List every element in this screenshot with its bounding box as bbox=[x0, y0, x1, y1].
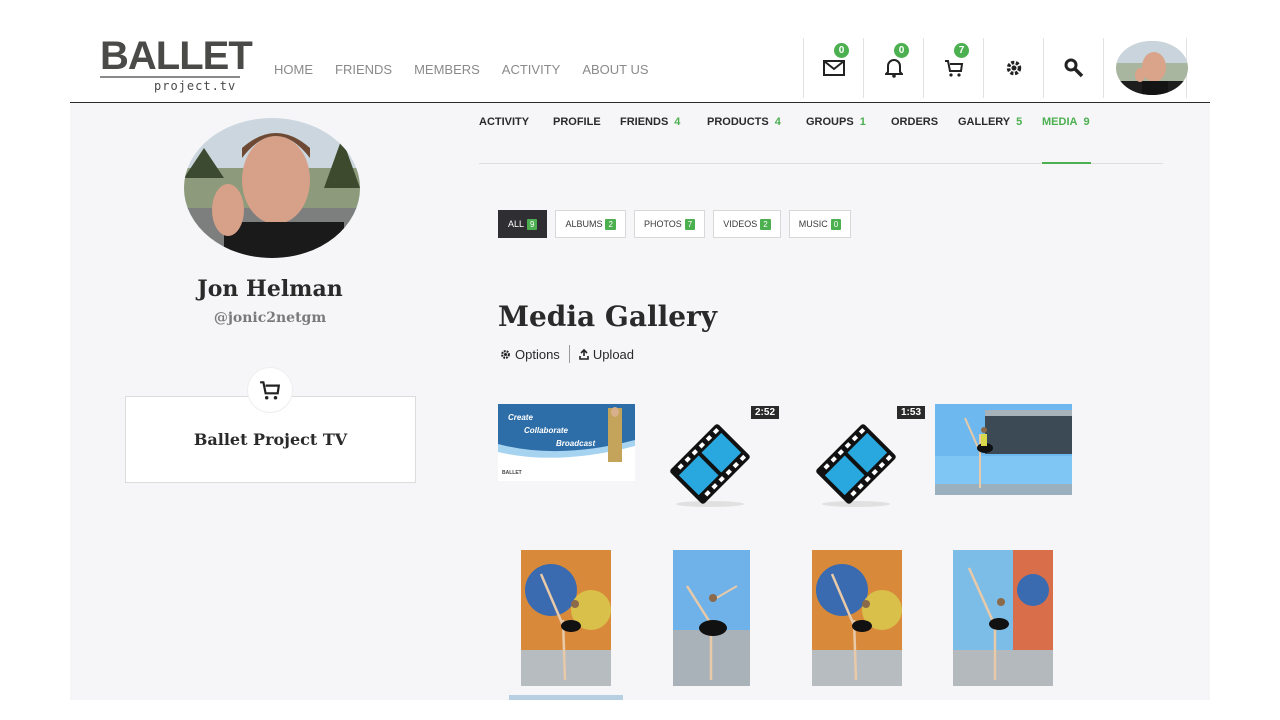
filter-videos[interactable]: VIDEOS 2 bbox=[713, 210, 781, 238]
notifications-button[interactable]: 0 bbox=[863, 38, 923, 98]
media-item-photo-2[interactable] bbox=[521, 550, 611, 686]
filter-photos[interactable]: PHOTOS 7 bbox=[633, 210, 706, 238]
divider bbox=[568, 345, 570, 363]
shop-icon-badge bbox=[248, 368, 292, 412]
nav-about-us[interactable]: ABOUT US bbox=[582, 62, 648, 77]
search-button[interactable] bbox=[1043, 38, 1103, 98]
banner-logo-text: BALLET bbox=[502, 470, 522, 476]
film-icon bbox=[670, 424, 750, 507]
tab-label: PROFILE bbox=[553, 116, 601, 128]
tab-label: MEDIA bbox=[1042, 116, 1078, 128]
gallery-actions: Options Upload bbox=[500, 345, 634, 363]
tab-count: 9 bbox=[1083, 116, 1090, 128]
profile-photo[interactable] bbox=[184, 118, 360, 258]
filter-count: 0 bbox=[830, 218, 842, 230]
avatar[interactable] bbox=[1116, 41, 1188, 95]
cart-badge: 7 bbox=[954, 43, 969, 58]
upload-icon bbox=[579, 348, 589, 360]
nav-members[interactable]: MEMBERS bbox=[414, 62, 480, 77]
page: BALLET project.tv HOME FRIENDS MEMBERS A… bbox=[70, 0, 1210, 700]
top-bar: BALLET project.tv HOME FRIENDS MEMBERS A… bbox=[70, 0, 1210, 103]
media-item-photo-4[interactable] bbox=[812, 550, 902, 686]
tab-count: 1 bbox=[859, 116, 866, 128]
tab-count: 4 bbox=[674, 116, 681, 128]
tab-count: 4 bbox=[774, 116, 781, 128]
media-item-photo-6[interactable] bbox=[509, 695, 623, 700]
tab-friends[interactable]: FRIENDS 4 bbox=[620, 116, 680, 164]
tab-label: FRIENDS bbox=[620, 116, 669, 128]
tab-media[interactable]: MEDIA 9 bbox=[1042, 116, 1091, 164]
film-icon bbox=[816, 424, 896, 507]
tab-profile[interactable]: PROFILE bbox=[553, 116, 601, 164]
shop-name[interactable]: Ballet Project TV bbox=[125, 430, 416, 449]
cart-button[interactable]: 7 bbox=[923, 38, 983, 98]
filter-label: ALBUMS bbox=[565, 219, 603, 229]
upload-button[interactable]: Upload bbox=[579, 347, 634, 362]
tab-label: PRODUCTS bbox=[707, 116, 769, 128]
tab-label: ACTIVITY bbox=[479, 116, 530, 128]
profile-name: Jon Helman bbox=[197, 276, 343, 302]
options-label: Options bbox=[515, 346, 560, 362]
search-icon bbox=[1064, 58, 1083, 78]
filter-label: ALL bbox=[508, 219, 525, 229]
cart-icon bbox=[944, 60, 963, 77]
tab-label: GALLERY bbox=[958, 116, 1011, 128]
filter-count: 2 bbox=[760, 218, 771, 230]
video-duration: 2:52 bbox=[751, 406, 780, 419]
settings-button[interactable] bbox=[983, 38, 1043, 98]
filter-count: 2 bbox=[605, 218, 616, 230]
upload-label: Upload bbox=[592, 346, 635, 362]
nav-friends[interactable]: FRIENDS bbox=[335, 62, 392, 77]
banner-text-2: Collaborate bbox=[524, 426, 569, 435]
cart-icon bbox=[260, 381, 281, 400]
tab-activity[interactable]: ACTIVITY bbox=[479, 116, 529, 164]
gallery-title: Media Gallery bbox=[498, 300, 718, 333]
banner-text-3: Broadcast bbox=[556, 439, 595, 448]
tab-products[interactable]: PRODUCTS 4 bbox=[707, 116, 781, 164]
filter-count: 9 bbox=[527, 218, 538, 230]
notifications-badge: 0 bbox=[894, 43, 909, 58]
bell-icon bbox=[884, 59, 903, 78]
filter-albums[interactable]: ALBUMS 2 bbox=[555, 210, 626, 238]
media-item-video-1[interactable]: 2:52 bbox=[670, 404, 780, 508]
site-logo[interactable]: BALLET project.tv bbox=[100, 36, 253, 94]
filter-label: VIDEOS bbox=[723, 219, 758, 229]
filter-label: MUSIC bbox=[798, 219, 828, 229]
filter-music[interactable]: MUSIC 0 bbox=[788, 210, 852, 238]
tab-orders[interactable]: ORDERS bbox=[891, 116, 938, 164]
media-filters: ALL 9 ALBUMS 2 PHOTOS 7 VIDEOS 2 MUSIC 0 bbox=[498, 210, 852, 238]
banner-text-1: Create bbox=[508, 413, 533, 422]
tab-label: ORDERS bbox=[891, 116, 939, 128]
logo-underline bbox=[100, 76, 240, 78]
envelope-icon bbox=[822, 60, 845, 76]
filter-count: 7 bbox=[684, 218, 696, 230]
media-item-photo-1[interactable] bbox=[935, 404, 1072, 495]
gear-icon bbox=[501, 349, 510, 359]
media-item-photo-5[interactable] bbox=[953, 550, 1053, 686]
messages-button[interactable]: 0 bbox=[803, 38, 863, 98]
media-item-banner[interactable]: Create Collaborate Broadcast BALLET bbox=[498, 404, 635, 481]
profile-handle: @jonic2netgm bbox=[213, 310, 327, 326]
messages-badge: 0 bbox=[834, 43, 849, 58]
video-duration: 1:53 bbox=[897, 406, 926, 419]
main-nav: HOME FRIENDS MEMBERS ACTIVITY ABOUT US bbox=[274, 62, 649, 77]
logo-main-text: BALLET bbox=[100, 34, 253, 78]
profile-tabs: ACTIVITY PROFILE FRIENDS 4 PRODUCTS 4 GROU… bbox=[479, 116, 1163, 164]
tab-groups[interactable]: GROUPS 1 bbox=[806, 116, 866, 164]
filter-label: PHOTOS bbox=[643, 219, 682, 229]
nav-activity[interactable]: ACTIVITY bbox=[502, 62, 561, 77]
nav-home[interactable]: HOME bbox=[274, 62, 313, 77]
options-button[interactable]: Options bbox=[500, 347, 560, 362]
gear-icon bbox=[1006, 60, 1021, 76]
media-item-video-2[interactable]: 1:53 bbox=[816, 404, 926, 508]
tab-gallery[interactable]: GALLERY 5 bbox=[958, 116, 1022, 164]
tab-label: GROUPS bbox=[806, 116, 854, 128]
logo-sub-text: project.tv bbox=[154, 79, 237, 93]
filter-all[interactable]: ALL 9 bbox=[498, 210, 548, 238]
media-item-photo-3[interactable] bbox=[673, 550, 750, 686]
tab-count: 5 bbox=[1016, 116, 1023, 128]
